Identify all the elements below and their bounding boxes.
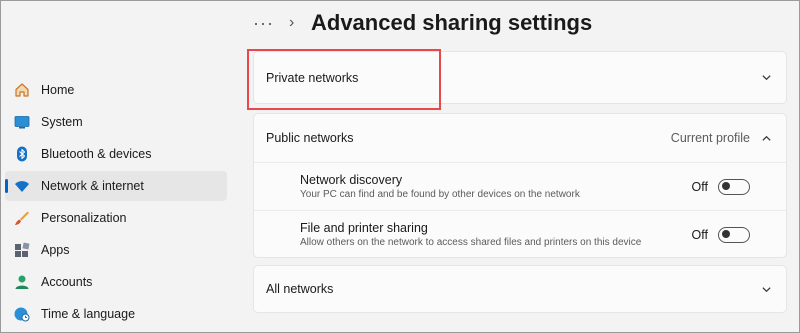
sidebar-item-label: Time & language bbox=[41, 307, 136, 321]
sidebar-item-home[interactable]: Home bbox=[5, 75, 227, 105]
home-icon bbox=[13, 81, 31, 99]
apps-icon bbox=[13, 241, 31, 259]
sidebar-item-accounts[interactable]: Accounts bbox=[5, 267, 227, 297]
globe-clock-icon bbox=[13, 305, 31, 323]
file-printer-sharing-row: File and printer sharing Allow others on… bbox=[254, 210, 786, 258]
breadcrumb-separator-icon: › bbox=[289, 14, 295, 31]
sidebar-item-label: Network & internet bbox=[41, 179, 144, 193]
all-networks-card: All networks bbox=[253, 265, 787, 313]
sidebar-item-label: Personalization bbox=[41, 211, 127, 225]
page-title: Advanced sharing settings bbox=[311, 10, 593, 35]
toggle-knob bbox=[722, 182, 730, 190]
setting-description: Allow others on the network to access sh… bbox=[300, 237, 642, 248]
header: ··· › Advanced sharing settings bbox=[253, 5, 592, 41]
more-breadcrumb-button[interactable]: ··· bbox=[253, 13, 279, 34]
network-discovery-row: Network discovery Your PC can find and b… bbox=[254, 162, 786, 210]
toggle-knob bbox=[722, 230, 730, 238]
public-networks-header[interactable]: Public networks Current profile bbox=[254, 114, 786, 162]
network-discovery-toggle[interactable] bbox=[718, 178, 750, 195]
bluetooth-icon bbox=[13, 145, 31, 163]
sidebar: Home System Bluetooth & devices Network … bbox=[5, 75, 227, 331]
sidebar-item-label: Apps bbox=[41, 243, 70, 257]
sidebar-item-apps[interactable]: Apps bbox=[5, 235, 227, 265]
monitor-icon bbox=[13, 113, 31, 131]
sidebar-item-time-language[interactable]: Time & language bbox=[5, 299, 227, 329]
setting-description: Your PC can find and be found by other d… bbox=[300, 189, 580, 200]
sidebar-item-label: System bbox=[41, 115, 83, 129]
toggle-state-label: Off bbox=[691, 227, 708, 242]
private-networks-header[interactable]: Private networks bbox=[254, 52, 786, 103]
chevron-down-icon[interactable] bbox=[760, 283, 772, 295]
all-networks-header[interactable]: All networks bbox=[254, 266, 786, 312]
sidebar-item-network[interactable]: Network & internet bbox=[5, 171, 227, 201]
file-printer-sharing-toggle[interactable] bbox=[718, 226, 750, 243]
toggle-state-label: Off bbox=[691, 179, 708, 194]
chevron-down-icon[interactable] bbox=[760, 72, 772, 84]
all-networks-label: All networks bbox=[266, 282, 334, 296]
wifi-icon bbox=[13, 177, 31, 195]
sidebar-item-system[interactable]: System bbox=[5, 107, 227, 137]
private-networks-card: Private networks bbox=[253, 51, 787, 104]
sidebar-item-personalization[interactable]: Personalization bbox=[5, 203, 227, 233]
sidebar-item-bluetooth[interactable]: Bluetooth & devices bbox=[5, 139, 227, 169]
sidebar-item-label: Bluetooth & devices bbox=[41, 147, 152, 161]
current-profile-badge: Current profile bbox=[670, 131, 750, 145]
chevron-up-icon[interactable] bbox=[760, 132, 772, 144]
private-networks-label: Private networks bbox=[266, 70, 359, 85]
public-networks-card: Public networks Current profile Network … bbox=[253, 113, 787, 258]
sidebar-item-label: Home bbox=[41, 83, 75, 97]
person-icon bbox=[13, 273, 31, 291]
public-networks-label: Public networks bbox=[266, 131, 354, 145]
setting-title: File and printer sharing bbox=[300, 221, 428, 235]
sidebar-item-label: Accounts bbox=[41, 275, 93, 289]
setting-title: Network discovery bbox=[300, 173, 403, 187]
brush-icon bbox=[13, 209, 31, 227]
